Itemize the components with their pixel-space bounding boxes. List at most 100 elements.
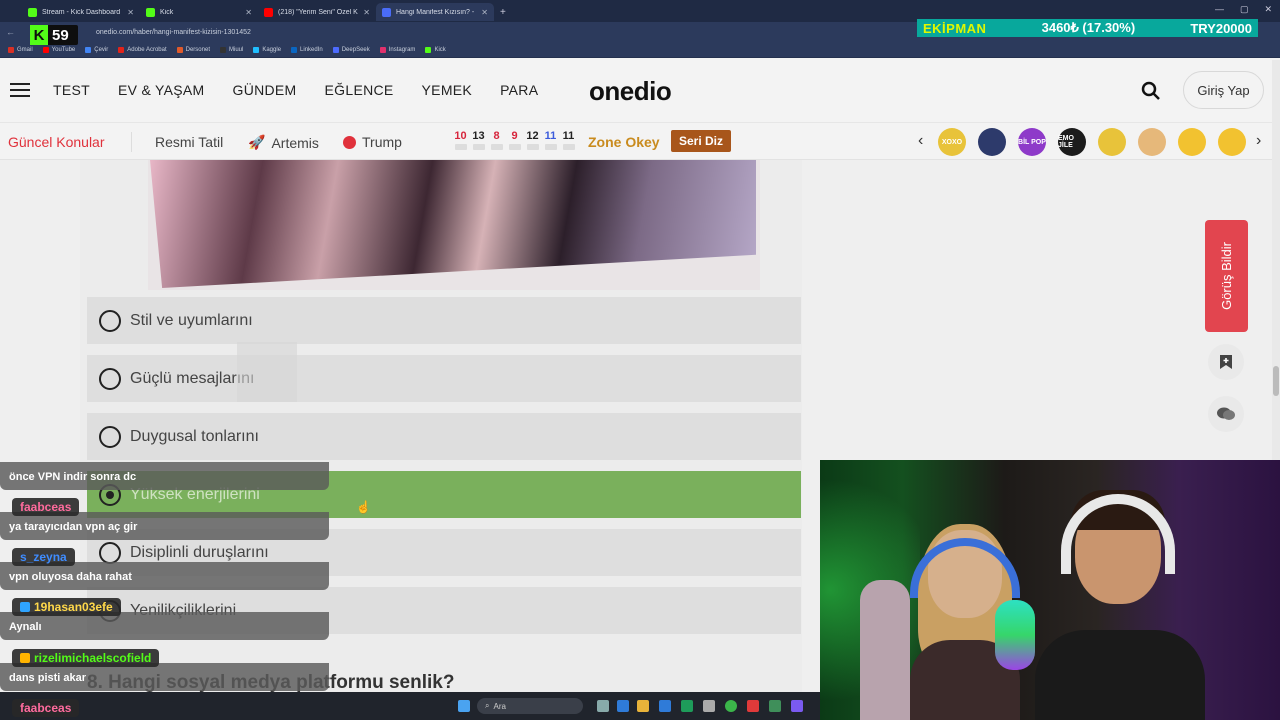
url-field[interactable]: onedio.com/haber/hangi-manifest-kizisin-… bbox=[96, 29, 251, 36]
emoji-badge-icon[interactable] bbox=[1138, 128, 1166, 156]
nav-item-test[interactable]: TEST bbox=[53, 82, 90, 98]
webcam-feed bbox=[820, 460, 1280, 720]
site-logo[interactable]: onedio bbox=[589, 76, 672, 107]
radio-icon[interactable] bbox=[99, 425, 121, 448]
bookmark-item[interactable]: Dersonet bbox=[176, 46, 210, 53]
quiz-option[interactable]: Duygusal tonlarını bbox=[87, 413, 801, 460]
browser-tab[interactable]: Stream - Kick Dashboard ✕ bbox=[22, 3, 140, 21]
search-icon[interactable] bbox=[1141, 81, 1161, 101]
quiz-option[interactable]: Güçlü mesajlarını bbox=[87, 355, 801, 402]
emoji-badge-icon[interactable]: XOXO bbox=[938, 128, 966, 156]
emoji-badge-icon[interactable]: BİL POP bbox=[1018, 128, 1046, 156]
new-tab-button[interactable]: + bbox=[494, 3, 514, 21]
chevron-left-icon[interactable]: ‹ bbox=[918, 132, 923, 150]
kick-viewer-badge: K 59 bbox=[30, 25, 78, 45]
app-icon[interactable] bbox=[703, 700, 715, 712]
tab-label: (218) "Yerim Seni" Özel Klip | G bbox=[278, 8, 358, 16]
option-label: Stil ve uyumlarını bbox=[130, 311, 253, 329]
username-label: s_zeyna bbox=[20, 550, 67, 564]
youtube-icon[interactable] bbox=[747, 700, 759, 712]
rocket-icon: 🚀 bbox=[248, 134, 266, 150]
bookmark-item[interactable]: Instagram bbox=[379, 46, 415, 53]
topic-trump[interactable]: Trump bbox=[343, 134, 402, 150]
option-label: Disiplinli duruşlarını bbox=[130, 543, 269, 561]
discord-icon[interactable] bbox=[791, 700, 803, 712]
okey-numbers[interactable]: 10 13 8 9 12 11 11 bbox=[454, 130, 575, 150]
feedback-label: Görüş Bildir bbox=[1219, 242, 1234, 310]
kick-count: 59 bbox=[52, 26, 69, 44]
folder-icon[interactable] bbox=[637, 700, 649, 712]
close-tab-icon[interactable]: ✕ bbox=[127, 8, 134, 17]
topics-bar: Güncel Konular Resmi Tatil 🚀 Artemis Trum… bbox=[0, 122, 1272, 160]
emoji-badge-icon[interactable]: EMO JİLE bbox=[1058, 128, 1086, 156]
chat-username[interactable]: faabceas bbox=[12, 498, 80, 516]
username-label: rizelimichaelscofield bbox=[34, 651, 152, 665]
bookmark-item[interactable]: LinkedIn bbox=[291, 46, 323, 53]
browser-tab[interactable]: Kick ✕ bbox=[140, 3, 258, 21]
chat-username[interactable]: rizelimichaelscofield bbox=[12, 649, 160, 667]
nav-item-ev-yasam[interactable]: EV & YAŞAM bbox=[118, 82, 205, 98]
bookmark-favicon-icon bbox=[42, 46, 49, 53]
browser-tab-active[interactable]: Hangi Manifest Kızısın? - Oned ✕ bbox=[376, 3, 494, 21]
taskbar-search[interactable]: ⌕ Ara bbox=[477, 698, 583, 714]
bookmark-item[interactable]: Gmail bbox=[8, 46, 33, 53]
close-tab-icon[interactable]: ✕ bbox=[245, 8, 252, 17]
radio-icon[interactable] bbox=[99, 541, 121, 564]
app-icon[interactable] bbox=[769, 700, 781, 712]
topic-artemis[interactable]: 🚀 Artemis bbox=[248, 134, 319, 151]
seri-diz-button[interactable]: Seri Diz bbox=[671, 130, 732, 152]
topics-title: Güncel Konular bbox=[8, 134, 105, 150]
zone-okey-link[interactable]: Zone Okey bbox=[588, 134, 660, 150]
bookmark-item[interactable]: Kaggle bbox=[253, 46, 282, 53]
browser-tab[interactable]: (218) "Yerim Seni" Özel Klip | G ✕ bbox=[258, 3, 376, 21]
bookmark-item[interactable]: Miuul bbox=[220, 46, 243, 53]
maximize-icon[interactable]: ▢ bbox=[1240, 4, 1249, 15]
quiz-option[interactable]: Stil ve uyumlarını bbox=[87, 297, 801, 344]
bookmark-label: Adobe Acrobat bbox=[127, 46, 167, 53]
nav-item-eglence[interactable]: EĞLENCE bbox=[325, 82, 394, 98]
nav-item-para[interactable]: PARA bbox=[500, 82, 538, 98]
bookmark-item[interactable]: Çevir bbox=[85, 46, 108, 53]
emoji-badge-icon[interactable] bbox=[1218, 128, 1246, 156]
menu-icon[interactable] bbox=[10, 83, 30, 97]
emoji-badge-icon[interactable] bbox=[1098, 128, 1126, 156]
chat-username[interactable]: 19hasan03efe bbox=[12, 598, 121, 616]
topic-resmi-tatil[interactable]: Resmi Tatil bbox=[155, 134, 223, 150]
bookmark-item[interactable]: Adobe Acrobat bbox=[118, 46, 167, 53]
chat-username[interactable]: s_zeyna bbox=[12, 548, 75, 566]
login-button[interactable]: Giriş Yap bbox=[1183, 71, 1264, 109]
edge-icon[interactable] bbox=[617, 700, 629, 712]
close-tab-icon[interactable]: ✕ bbox=[481, 8, 488, 17]
bookmark-item[interactable]: DeepSeek bbox=[332, 46, 370, 53]
bookmark-label: Kaggle bbox=[262, 46, 282, 53]
close-window-icon[interactable]: ✕ bbox=[1264, 4, 1272, 15]
chevron-right-icon[interactable]: › bbox=[1256, 132, 1261, 150]
chrome-icon[interactable] bbox=[725, 700, 737, 712]
chat-username[interactable]: faabceas bbox=[12, 699, 80, 717]
bookmark-favicon-icon bbox=[291, 46, 298, 53]
bookmark-add-icon[interactable] bbox=[1208, 344, 1244, 380]
bookmark-label: Dersonet bbox=[185, 46, 210, 53]
bookmark-item[interactable]: Kick bbox=[425, 46, 446, 53]
ghost-overlay bbox=[237, 342, 297, 402]
bookmark-label: LinkedIn bbox=[300, 46, 323, 53]
app-icon[interactable] bbox=[681, 700, 693, 712]
nav-item-yemek[interactable]: YEMEK bbox=[422, 82, 473, 98]
bookmark-item[interactable]: YouTube bbox=[42, 46, 75, 53]
close-tab-icon[interactable]: ✕ bbox=[363, 8, 370, 17]
comments-icon[interactable] bbox=[1208, 396, 1244, 432]
emoji-badge-icon[interactable] bbox=[978, 128, 1006, 156]
scrollbar-thumb[interactable] bbox=[1273, 366, 1279, 396]
window-controls: — ▢ ✕ bbox=[1215, 4, 1272, 15]
nav-item-gundem[interactable]: GÜNDEM bbox=[233, 82, 297, 98]
emoji-badge-icon[interactable] bbox=[1178, 128, 1206, 156]
radio-icon[interactable] bbox=[99, 367, 121, 390]
ticker-change: 3460₺ (17.30%) bbox=[1041, 20, 1136, 35]
minimize-icon[interactable]: — bbox=[1215, 4, 1224, 15]
taskview-icon[interactable] bbox=[597, 700, 609, 712]
back-icon[interactable]: ← bbox=[0, 27, 30, 37]
radio-icon[interactable] bbox=[99, 309, 121, 332]
start-icon[interactable] bbox=[458, 700, 470, 712]
store-icon[interactable] bbox=[659, 700, 671, 712]
feedback-button[interactable]: Görüş Bildir bbox=[1205, 220, 1248, 332]
